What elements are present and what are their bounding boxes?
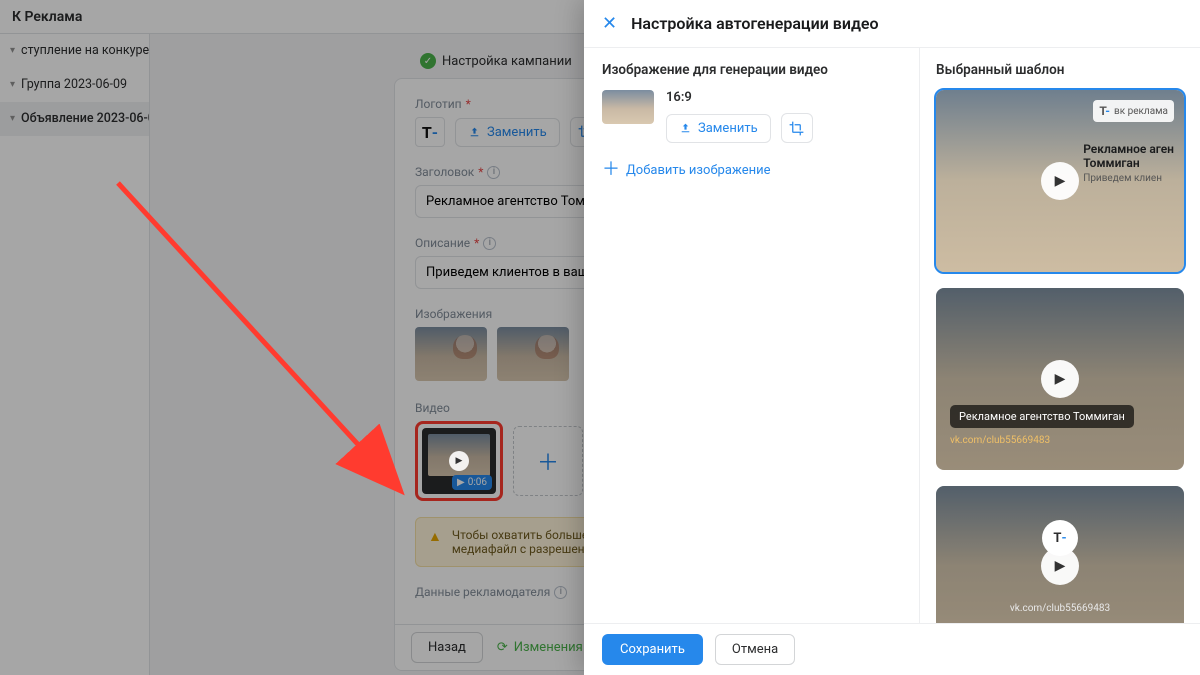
save-button[interactable]: Сохранить bbox=[602, 634, 703, 665]
drawer-footer: Сохранить Отмена bbox=[584, 623, 1200, 675]
button-label: Заменить bbox=[487, 125, 547, 140]
step-label: Настройка кампании bbox=[442, 54, 572, 69]
sidebar-item-group[interactable]: ▾ Группа 2023-06-09 bbox=[0, 68, 149, 102]
button-label: Заменить bbox=[698, 121, 758, 136]
add-image-link[interactable]: ＋ Добавить изображение bbox=[602, 161, 771, 179]
video-thumbnail-highlighted[interactable]: ▶ ▶ 0:06 bbox=[415, 421, 503, 501]
aspect-ratio: 16:9 bbox=[666, 90, 813, 105]
back-button[interactable]: Назад bbox=[411, 632, 483, 663]
template-card-2[interactable]: Рекламное агентство Томмиган vk.com/club… bbox=[936, 288, 1184, 470]
close-icon[interactable]: ✕ bbox=[602, 13, 617, 34]
sidebar-item-label: Объявление 2023-06-09 bbox=[21, 111, 149, 126]
app-title: К Реклама bbox=[12, 9, 82, 25]
check-icon: ⟳ bbox=[497, 640, 508, 655]
warning-icon: ▲ bbox=[428, 528, 442, 556]
add-video-button[interactable]: ＋ bbox=[513, 426, 583, 496]
upload-icon bbox=[468, 126, 481, 139]
info-icon[interactable]: i bbox=[483, 237, 496, 250]
cancel-button[interactable]: Отмена bbox=[715, 634, 795, 665]
left-sidebar: ▾ ступление на конкурент… ▾ Группа 2023-… bbox=[0, 34, 150, 675]
video-autogen-drawer: ✕ Настройка автогенерации видео Изображе… bbox=[584, 0, 1200, 675]
info-icon[interactable]: i bbox=[554, 586, 567, 599]
play-icon[interactable]: ▶ bbox=[1041, 360, 1079, 398]
link-label: Добавить изображение bbox=[626, 163, 771, 178]
info-icon[interactable]: i bbox=[487, 166, 500, 179]
sidebar-item-label: Группа 2023-06-09 bbox=[21, 77, 127, 92]
play-icon: ▶ bbox=[449, 451, 469, 471]
play-icon[interactable]: ▶ bbox=[1041, 162, 1079, 200]
sidebar-item-ad[interactable]: ▾ Объявление 2023-06-09 bbox=[0, 102, 149, 136]
template-caption: Рекламное агентство Томмиган bbox=[936, 622, 1184, 623]
video-duration-badge: ▶ 0:06 bbox=[452, 475, 492, 490]
template-sublink: vk.com/club55669483 bbox=[950, 435, 1050, 446]
template-text: Рекламное аген Томмиган Приведем клиен bbox=[1083, 142, 1174, 184]
image-thumbnail[interactable] bbox=[497, 327, 569, 381]
crop-icon bbox=[789, 121, 804, 136]
drawer-left-column: Изображение для генерации видео 16:9 Зам… bbox=[584, 48, 920, 623]
chevron-down-icon: ▾ bbox=[10, 79, 15, 90]
source-image-thumb[interactable] bbox=[602, 90, 654, 124]
play-icon[interactable]: ▶ bbox=[1041, 547, 1079, 585]
replace-logo-button[interactable]: Заменить bbox=[455, 118, 560, 147]
step-campaign[interactable]: ✓ Настройка кампании bbox=[420, 53, 572, 69]
upload-icon bbox=[679, 122, 692, 135]
chevron-down-icon: ▾ bbox=[10, 45, 15, 56]
check-icon: ✓ bbox=[420, 53, 436, 69]
source-image-heading: Изображение для генерации видео bbox=[602, 62, 901, 78]
drawer-right-column: Выбранный шаблон T-вк реклама Рекламное … bbox=[920, 48, 1200, 623]
template-card-1[interactable]: T-вк реклама Рекламное аген Томмиган При… bbox=[936, 90, 1184, 272]
crop-source-button[interactable] bbox=[781, 113, 813, 143]
drawer-header: ✕ Настройка автогенерации видео bbox=[584, 0, 1200, 48]
template-heading: Выбранный шаблон bbox=[936, 62, 1184, 78]
template-logo-badge: T-вк реклама bbox=[1093, 100, 1174, 122]
template-title-pill: Рекламное агентство Томмиган bbox=[950, 405, 1134, 428]
chevron-down-icon: ▾ bbox=[10, 113, 15, 124]
template-link: vk.com/club55669483 bbox=[936, 603, 1184, 614]
plus-icon: ＋ bbox=[602, 161, 620, 179]
template-card-3[interactable]: T- vk.com/club55669483 Рекламное агентст… bbox=[936, 486, 1184, 623]
drawer-title: Настройка автогенерации видео bbox=[631, 14, 879, 33]
image-thumbnail[interactable] bbox=[415, 327, 487, 381]
sidebar-item-campaign[interactable]: ▾ ступление на конкурент… bbox=[0, 34, 149, 68]
replace-source-button[interactable]: Заменить bbox=[666, 114, 771, 143]
logo-preview: T- bbox=[415, 117, 445, 147]
sidebar-item-label: ступление на конкурент… bbox=[21, 43, 149, 58]
